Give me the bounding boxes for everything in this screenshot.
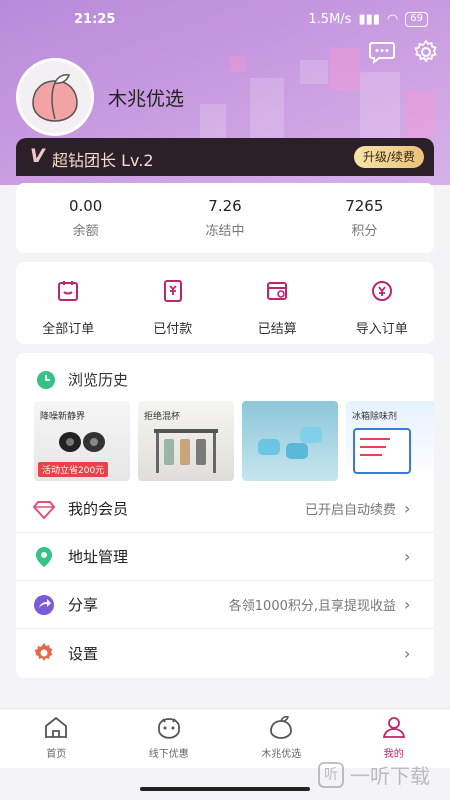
menu-label: 分享 xyxy=(68,596,99,614)
message-icon[interactable] xyxy=(368,38,396,66)
history-header[interactable]: 浏览历史 xyxy=(36,369,128,390)
wifi-icon: ◠ xyxy=(386,12,399,27)
stat-balance[interactable]: 0.00 余额 xyxy=(16,183,155,253)
signal-icon: ▮▮▮ xyxy=(358,12,380,27)
order-settled-button[interactable]: 已结算 xyxy=(225,262,330,344)
thumb-text: 降噪新静界 xyxy=(40,412,86,422)
home-indicator[interactable] xyxy=(140,787,310,791)
import-yen-icon xyxy=(371,281,392,301)
home-icon xyxy=(45,716,68,738)
menu-value: 已开启自动续费 xyxy=(304,503,396,518)
order-shortcuts: 全部订单 已付款 已结算 导入订单 xyxy=(16,262,434,344)
upgrade-button[interactable]: 升级/续费 xyxy=(353,146,424,168)
stat-value: 7265 xyxy=(345,197,384,215)
menu-share[interactable]: 分享 各领1000积分,且享提现收益 › xyxy=(16,581,434,629)
history-item-earbuds[interactable]: 降噪新静界 活动立省200元 xyxy=(34,401,130,481)
stat-label: 余额 xyxy=(72,224,99,239)
settled-box-icon xyxy=(267,282,288,300)
profile-name: 木兆优选 xyxy=(108,88,185,110)
history-item-tablets[interactable] xyxy=(242,401,338,481)
stat-label: 冻结中 xyxy=(205,224,245,239)
menu-address[interactable]: 地址管理 › xyxy=(16,533,434,581)
stat-value: 7.26 xyxy=(208,197,242,215)
tab-home[interactable]: 首页 xyxy=(0,709,113,768)
stat-value: 0.00 xyxy=(68,197,103,215)
status-bar: 21:25 1.5M/s ▮▮▮ ◠ 69 xyxy=(0,10,450,32)
chevron-right-icon: › xyxy=(404,499,411,518)
location-pin-icon xyxy=(36,546,52,567)
bottom-tab-bar: 首页 线下优惠 木兆优选 我的 xyxy=(0,708,450,768)
order-label: 已结算 xyxy=(257,322,297,337)
menu-label: 设置 xyxy=(68,644,99,663)
tab-label: 木兆优选 xyxy=(261,749,302,760)
stat-frozen[interactable]: 7.26 冻结中 xyxy=(155,183,294,253)
offline-deal-icon xyxy=(157,718,180,739)
history-item-cups[interactable]: 拒绝混杯 xyxy=(138,401,234,481)
history-title: 浏览历史 xyxy=(68,371,129,389)
order-label: 全部订单 xyxy=(42,322,95,337)
share-icon xyxy=(34,594,54,615)
watermark: 听 一听下载 xyxy=(318,760,430,789)
peach-icon xyxy=(270,715,293,739)
earbuds-image xyxy=(59,432,105,452)
chevron-right-icon: › xyxy=(404,643,411,663)
paid-receipt-icon xyxy=(163,280,182,302)
order-label: 已付款 xyxy=(153,322,193,337)
peach-logo-icon xyxy=(32,74,78,122)
vip-mark: V xyxy=(30,145,45,167)
tab-offline-deals[interactable]: 线下优惠 xyxy=(113,709,226,768)
menu-value: 各领1000积分,且享提现收益 xyxy=(228,599,396,614)
stat-label: 积分 xyxy=(351,224,378,239)
user-icon xyxy=(382,717,405,738)
blue-tablets-image xyxy=(258,427,322,459)
watermark-text: 一听下载 xyxy=(350,764,430,788)
tab-label: 我的 xyxy=(383,749,404,760)
vip-level-bar: V 超钻团长 Lv.2 升级/续费 xyxy=(16,138,434,176)
order-all-button[interactable]: 全部订单 xyxy=(16,262,121,344)
menu-label: 地址管理 xyxy=(68,548,129,566)
menu-membership[interactable]: 我的会员 已开启自动续费 › xyxy=(16,485,434,533)
thumb-tag: 活动立省200元 xyxy=(38,462,109,477)
clock-icon xyxy=(37,370,55,389)
history-item-fridge-deodorant[interactable]: 冰箱除味剂 xyxy=(346,401,434,481)
history-thumbnails: 降噪新静界 活动立省200元 拒绝混杯 冰箱除味剂 xyxy=(34,401,434,481)
thumb-text: 冰箱除味剂 xyxy=(352,412,398,422)
vip-title: 超钻团长 Lv.2 xyxy=(52,151,154,170)
battery-indicator: 69 xyxy=(405,12,428,27)
thumb-text: 拒绝混杯 xyxy=(144,412,181,422)
chevron-right-icon: › xyxy=(404,595,411,614)
network-speed: 1.5M/s xyxy=(308,12,352,27)
tab-label: 线下优惠 xyxy=(148,749,189,760)
calendar-icon xyxy=(58,281,79,301)
menu-settings[interactable]: 设置 › xyxy=(16,629,434,677)
cup-rack-image xyxy=(154,429,218,473)
chevron-right-icon: › xyxy=(404,547,411,566)
settings-gear-icon[interactable] xyxy=(412,38,440,66)
order-label: 导入订单 xyxy=(355,322,408,337)
avatar[interactable] xyxy=(16,58,94,136)
watermark-logo: 听 xyxy=(318,761,344,788)
tab-label: 首页 xyxy=(46,749,67,760)
order-import-button[interactable]: 导入订单 xyxy=(330,262,435,344)
deodorant-box-image xyxy=(353,428,411,474)
stat-points[interactable]: 7265 积分 xyxy=(295,183,434,253)
order-paid-button[interactable]: 已付款 xyxy=(121,262,226,344)
account-stats: 0.00 余额 7.26 冻结中 7265 积分 xyxy=(16,183,434,253)
diamond-icon xyxy=(33,500,55,519)
status-time: 21:25 xyxy=(74,12,116,27)
menu-label: 我的会员 xyxy=(68,500,129,518)
gear-icon xyxy=(34,643,53,661)
header-actions xyxy=(368,38,440,66)
